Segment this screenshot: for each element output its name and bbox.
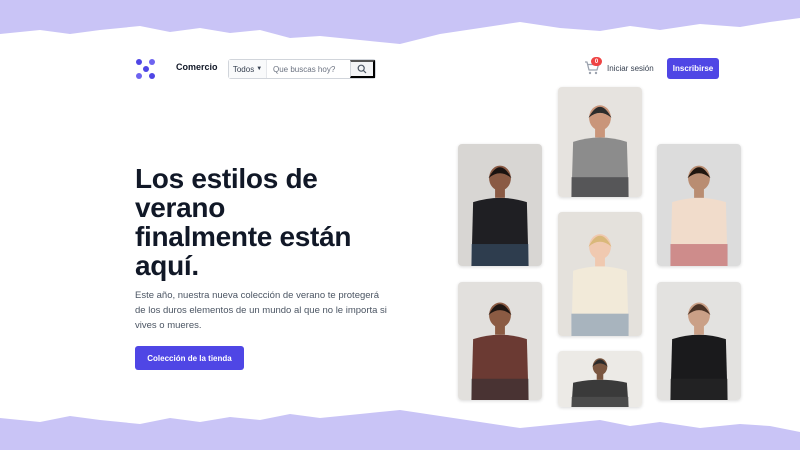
photo-woman-printed-tee xyxy=(657,144,741,266)
photo-man-beanie xyxy=(558,351,642,407)
photo-man-black-tee-image xyxy=(657,282,741,400)
hero-title-line: finalmente están xyxy=(135,221,352,252)
photo-man-grey-tee xyxy=(558,87,642,197)
search-category-label: Todos xyxy=(232,64,255,74)
brand-logo-icon[interactable] xyxy=(135,58,157,80)
photo-woman-cream-tee-denim-image xyxy=(558,212,642,336)
signup-button[interactable]: Inscribirse xyxy=(667,58,719,79)
photo-woman-printed-tee-image xyxy=(657,144,741,266)
search-input[interactable] xyxy=(267,60,350,78)
chevron-down-icon: ▼ xyxy=(256,66,263,72)
search-button[interactable] xyxy=(350,60,375,78)
login-link[interactable]: Iniciar sesión xyxy=(607,64,654,73)
bottom-wave-decoration xyxy=(0,410,800,450)
hero-title-line: aquí. xyxy=(135,250,199,281)
search-icon xyxy=(357,64,367,74)
search-bar: Todos ▼ xyxy=(228,59,376,79)
top-wave-decoration xyxy=(0,0,800,44)
photo-woman-cream-tee-denim xyxy=(558,212,642,336)
photo-man-maroon-tee xyxy=(458,282,542,400)
photo-man-beanie-image xyxy=(558,351,642,407)
shop-collection-button[interactable]: Colección de la tienda xyxy=(135,346,244,370)
search-category-select[interactable]: Todos ▼ xyxy=(229,60,267,78)
photo-man-grey-tee-image xyxy=(558,87,642,197)
photo-man-maroon-tee-image xyxy=(458,282,542,400)
photo-woman-denim-jacket-image xyxy=(458,144,542,266)
hero-title-line: verano xyxy=(135,192,226,223)
hero-description: Este año, nuestra nueva colección de ver… xyxy=(135,290,387,331)
photo-man-black-tee xyxy=(657,282,741,400)
brand-name[interactable]: Comercio xyxy=(176,62,218,72)
hero-title: Los estilos de verano finalmente están a… xyxy=(135,164,435,280)
photo-woman-denim-jacket xyxy=(458,144,542,266)
top-navigation-bar: Comercio Todos ▼ 0 Iniciar sesión Inscri… xyxy=(0,54,800,84)
hero-title-line: Los estilos de xyxy=(135,163,318,194)
cart-count-badge: 0 xyxy=(591,57,602,66)
